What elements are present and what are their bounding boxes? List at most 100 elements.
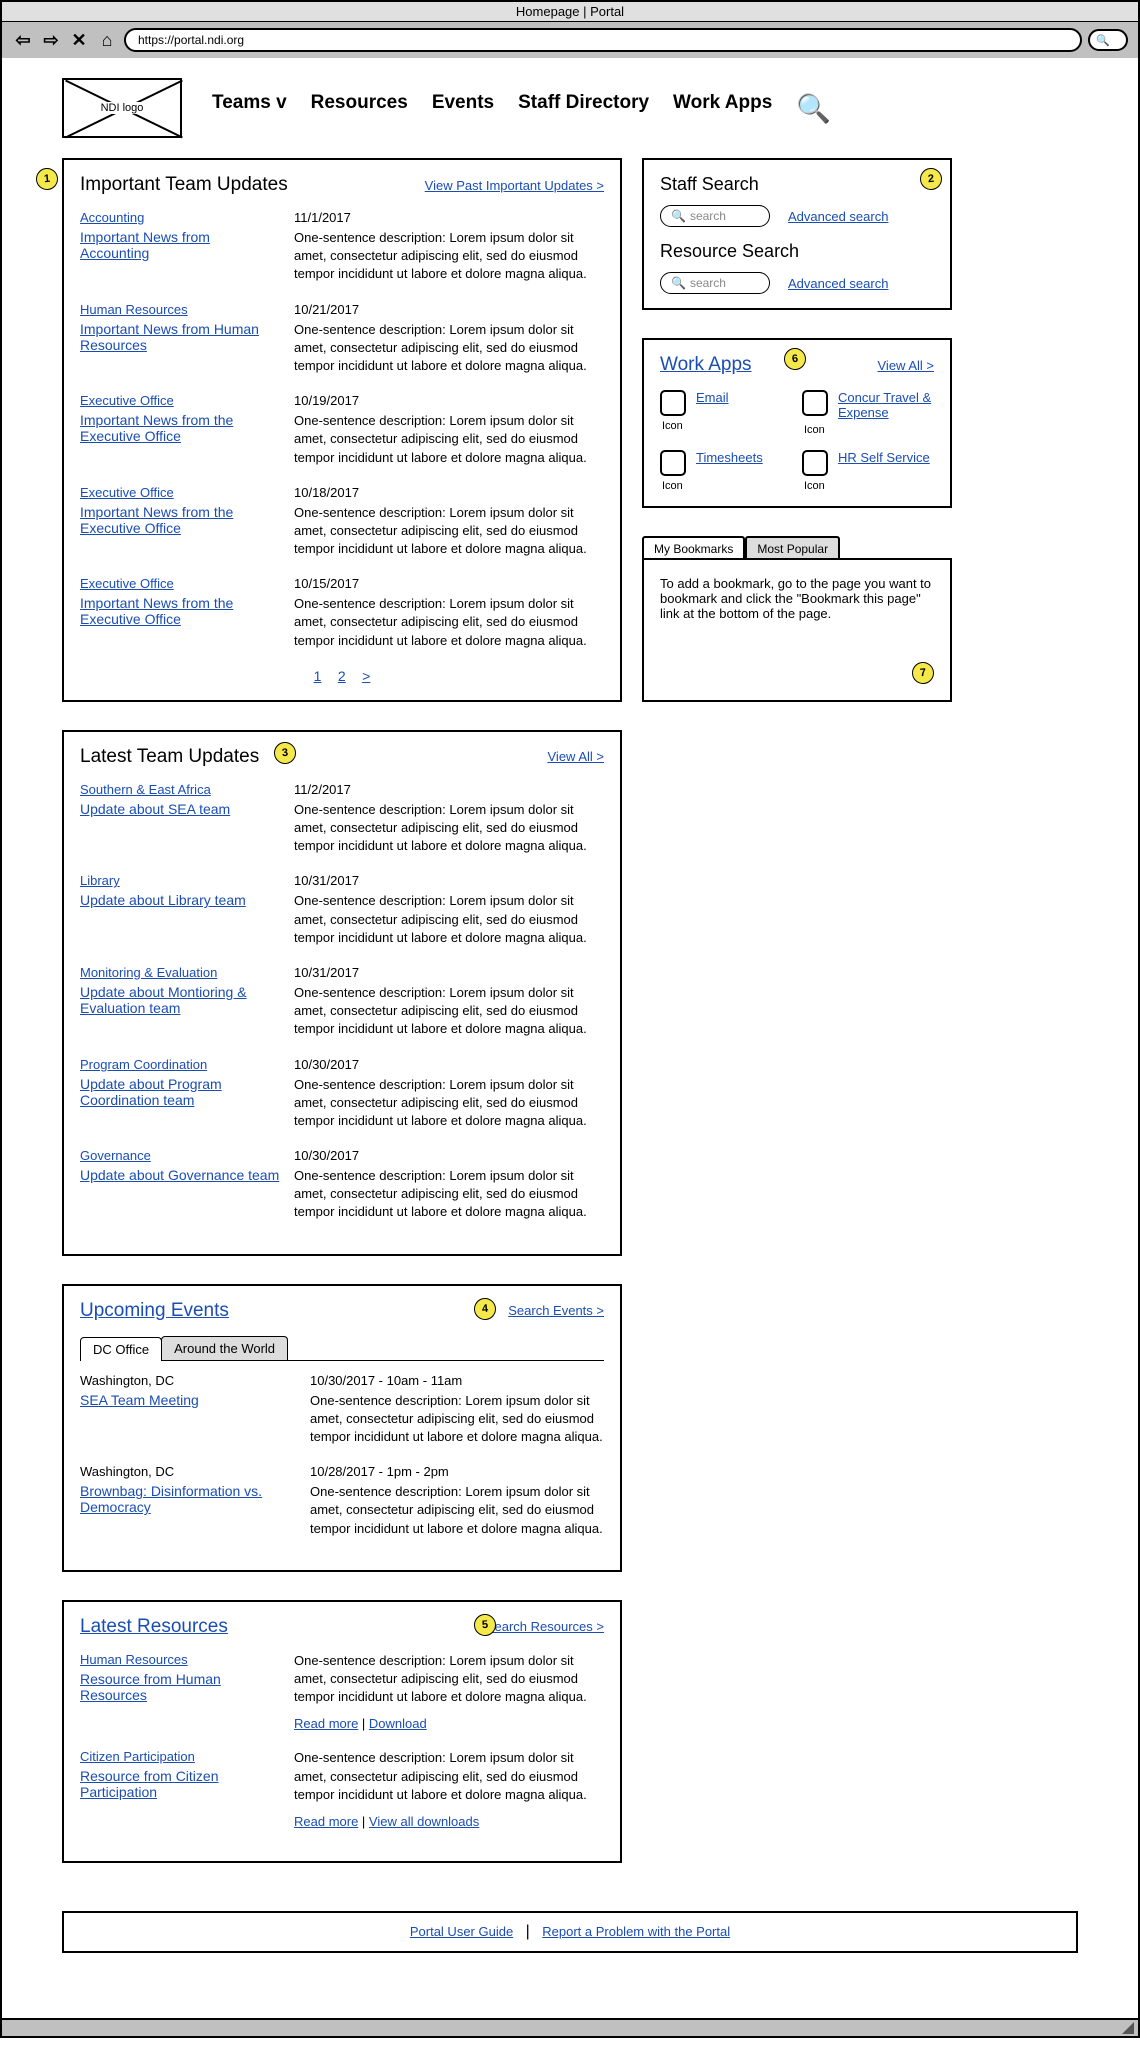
latest-resources-title[interactable]: Latest Resources [80, 1616, 228, 1638]
update-title-link[interactable]: Update about Program Coordination team [80, 1076, 280, 1108]
read-more-link[interactable]: Read more [294, 1716, 358, 1731]
nav-work-apps[interactable]: Work Apps [673, 92, 772, 125]
status-bar [2, 2018, 1138, 2036]
update-title-link[interactable]: Update about Montioring & Evaluation tea… [80, 984, 280, 1016]
update-item: Executive Office Important News from the… [80, 393, 604, 467]
app-icon[interactable] [802, 390, 828, 416]
category-link[interactable]: Library [80, 873, 280, 888]
search-icon[interactable]: 🔍 [796, 92, 831, 125]
update-title-link[interactable]: Update about SEA team [80, 801, 280, 817]
home-button[interactable]: ⌂ [96, 29, 118, 51]
category-link[interactable]: Monitoring & Evaluation [80, 965, 280, 980]
nav-teams[interactable]: Teams v [212, 92, 287, 125]
update-title-link[interactable]: Update about Library team [80, 892, 280, 908]
event-description: One-sentence description: Lorem ipsum do… [310, 1392, 604, 1447]
update-description: One-sentence description: Lorem ipsum do… [294, 801, 604, 856]
footer-report-problem-link[interactable]: Report a Problem with the Portal [542, 1924, 730, 1939]
update-description: One-sentence description: Lorem ipsum do… [294, 504, 604, 559]
resource-title-link[interactable]: Resource from Human Resources [80, 1671, 280, 1703]
update-description: One-sentence description: Lorem ipsum do… [294, 412, 604, 467]
app-icon[interactable] [660, 390, 686, 416]
resource-description: One-sentence description: Lorem ipsum do… [294, 1749, 604, 1804]
category-link[interactable]: Human Resources [80, 1652, 280, 1667]
stop-button[interactable]: ✕ [68, 29, 90, 51]
nav-events[interactable]: Events [432, 92, 494, 125]
update-title-link[interactable]: Important News from the Executive Office [80, 504, 280, 536]
page-next[interactable]: > [362, 668, 370, 684]
app-item: Email Icon [660, 390, 792, 436]
staff-search-title: Staff Search [660, 174, 934, 195]
tab-around-world[interactable]: Around the World [161, 1336, 288, 1360]
event-date: 10/28/2017 - 1pm - 2pm [310, 1464, 604, 1479]
nav-staff-directory[interactable]: Staff Directory [518, 92, 649, 125]
category-link[interactable]: Executive Office [80, 485, 280, 500]
search-small-icon: 🔍 [671, 276, 686, 290]
tab-my-bookmarks[interactable]: My Bookmarks [642, 536, 745, 560]
update-item: Program Coordination Update about Progra… [80, 1057, 604, 1131]
footer-separator: | [526, 1923, 530, 1940]
download-link[interactable]: View all downloads [369, 1814, 479, 1829]
event-title-link[interactable]: Brownbag: Disinformation vs. Democracy [80, 1483, 290, 1515]
page-1[interactable]: 1 [314, 668, 322, 684]
update-date: 10/30/2017 [294, 1057, 604, 1072]
upcoming-events-title[interactable]: Upcoming Events [80, 1300, 229, 1322]
search-resources-link[interactable]: Search Resources > [486, 1619, 604, 1634]
category-link[interactable]: Governance [80, 1148, 280, 1163]
view-past-updates-link[interactable]: View Past Important Updates > [425, 178, 604, 193]
icon-label: Icon [804, 424, 825, 436]
app-link[interactable]: HR Self Service [838, 450, 930, 465]
latest-view-all-link[interactable]: View All > [548, 749, 605, 764]
page-2[interactable]: 2 [338, 668, 346, 684]
browser-search[interactable]: 🔍 [1088, 29, 1128, 51]
update-date: 10/31/2017 [294, 965, 604, 980]
download-link[interactable]: Download [369, 1716, 427, 1731]
resource-title-link[interactable]: Resource from Citizen Participation [80, 1768, 280, 1800]
back-button[interactable]: ⇦ [12, 29, 34, 51]
update-date: 10/19/2017 [294, 393, 604, 408]
app-link[interactable]: Concur Travel & Expense [838, 390, 934, 420]
work-apps-panel: 6 Work Apps View All > Email Icon Concur… [642, 338, 952, 508]
app-link[interactable]: Timesheets [696, 450, 763, 465]
update-item: Accounting Important News from Accountin… [80, 210, 604, 284]
url-bar[interactable]: https://portal.ndi.org [124, 28, 1082, 52]
category-link[interactable]: Southern & East Africa [80, 782, 280, 797]
update-title-link[interactable]: Update about Governance team [80, 1167, 280, 1183]
search-events-link[interactable]: Search Events > [508, 1303, 604, 1318]
category-link[interactable]: Executive Office [80, 576, 280, 591]
work-apps-view-all-link[interactable]: View All > [878, 358, 935, 373]
work-apps-title[interactable]: Work Apps [660, 354, 752, 376]
app-icon[interactable] [802, 450, 828, 476]
resource-advanced-search-link[interactable]: Advanced search [788, 276, 888, 291]
update-description: One-sentence description: Lorem ipsum do… [294, 1167, 604, 1222]
icon-label: Icon [804, 480, 825, 492]
category-link[interactable]: Executive Office [80, 393, 280, 408]
logo-label: NDI logo [97, 102, 148, 114]
read-more-link[interactable]: Read more [294, 1814, 358, 1829]
footer-user-guide-link[interactable]: Portal User Guide [410, 1924, 513, 1939]
update-title-link[interactable]: Important News from the Executive Office [80, 595, 280, 627]
logo[interactable]: NDI logo [62, 78, 182, 138]
category-link[interactable]: Human Resources [80, 302, 280, 317]
category-link[interactable]: Accounting [80, 210, 280, 225]
update-title-link[interactable]: Important News from Accounting [80, 229, 280, 261]
forward-button[interactable]: ⇨ [40, 29, 62, 51]
update-title-link[interactable]: Important News from the Executive Office [80, 412, 280, 444]
app-icon[interactable] [660, 450, 686, 476]
resource-item: Citizen Participation Resource from Citi… [80, 1749, 604, 1829]
app-link[interactable]: Email [696, 390, 729, 405]
staff-search-input[interactable]: 🔍search [660, 205, 770, 227]
resource-search-input[interactable]: 🔍search [660, 272, 770, 294]
update-item: Human Resources Important News from Huma… [80, 302, 604, 376]
tab-most-popular[interactable]: Most Popular [745, 536, 840, 560]
update-title-link[interactable]: Important News from Human Resources [80, 321, 280, 353]
resource-item: Human Resources Resource from Human Reso… [80, 1652, 604, 1732]
footer: Portal User Guide | Report a Problem wit… [62, 1911, 1078, 1953]
update-date: 10/18/2017 [294, 485, 604, 500]
category-link[interactable]: Program Coordination [80, 1057, 280, 1072]
tab-dc-office[interactable]: DC Office [80, 1337, 162, 1361]
staff-advanced-search-link[interactable]: Advanced search [788, 209, 888, 224]
latest-resources-panel: 5 Latest Resources Search Resources > Hu… [62, 1600, 622, 1863]
event-title-link[interactable]: SEA Team Meeting [80, 1392, 290, 1408]
category-link[interactable]: Citizen Participation [80, 1749, 280, 1764]
nav-resources[interactable]: Resources [311, 92, 408, 125]
